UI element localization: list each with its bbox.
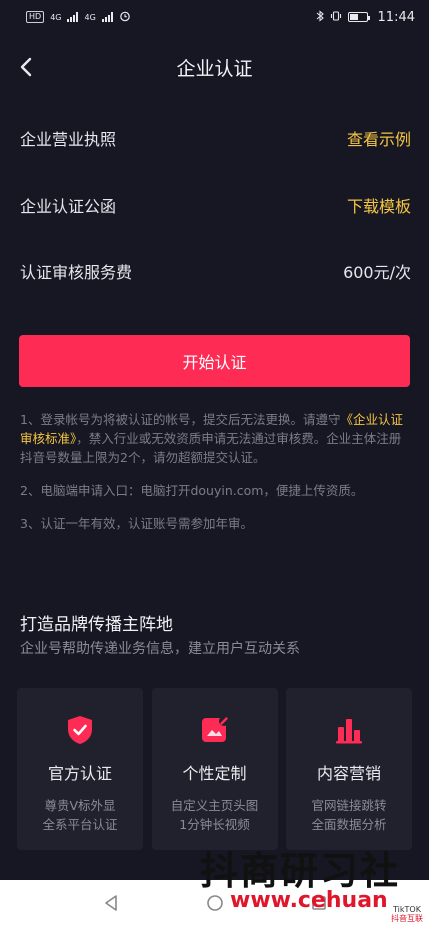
navigation-bar: 企业认证 [0, 34, 429, 100]
page-title: 企业认证 [176, 57, 253, 80]
watermark-text: 抖商研习社 [200, 849, 401, 893]
card-title: 内容营销 [316, 764, 381, 783]
main-content: 企业营业执照 查看示例 企业认证公函 下载模板 认证审核服务费 600元/次 开… [0, 100, 429, 880]
row-service-fee: 认证审核服务费 600元/次 [20, 257, 411, 285]
notes: 1、登录帐号为将被认证的帐号，提交后无法更换。请遵守《企业认证审核标准》，禁入行… [20, 410, 412, 547]
system-home-button[interactable] [206, 894, 224, 916]
row-business-license: 企业营业执照 查看示例 [20, 124, 411, 152]
card-desc-line1: 尊贵V标外显 [44, 798, 116, 813]
status-right: 11:44 [316, 10, 415, 25]
service-fee-value: 600元/次 [343, 263, 411, 282]
section-subtitle: 企业号帮助传递业务信息，建立用户互动关系 [20, 641, 300, 657]
alarm-icon [119, 10, 131, 25]
badge-line2: 抖音互联 [391, 914, 423, 923]
row-label: 企业认证公函 [20, 197, 117, 216]
status-left: HD 4G 4G [26, 10, 131, 25]
card-desc-line2: 全系平台认证 [42, 817, 118, 832]
row-certification-letter: 企业认证公函 下载模板 [20, 191, 411, 219]
signal-icon [67, 12, 79, 22]
status-time: 11:44 [377, 9, 415, 25]
card-desc-line1: 官网链接跳转 [311, 798, 387, 813]
card-title: 个性定制 [182, 764, 247, 783]
download-template-link[interactable]: 下载模板 [347, 193, 411, 217]
bar-chart-icon [336, 719, 362, 744]
row-label: 企业营业执照 [20, 130, 117, 149]
sim-2-label: 4G [84, 12, 96, 22]
chevron-left-icon [20, 57, 32, 77]
shield-check-icon [68, 716, 92, 744]
note-1: 1、登录帐号为将被认证的帐号，提交后无法更换。请遵守《企业认证审核标准》，禁入行… [20, 410, 412, 467]
note-1-text-cont: ，禁入行业或无效资质申请无法通过审核费。企业主体注册抖音号数量上限为2个，请勿超… [20, 431, 402, 465]
view-example-link[interactable]: 查看示例 [347, 126, 411, 150]
card-desc-line2: 全面数据分析 [311, 817, 387, 832]
row-label: 认证审核服务费 [20, 263, 133, 282]
feature-card-marketing: 内容营销 官网链接跳转 全面数据分析 [286, 688, 412, 850]
signal-icon-2 [101, 12, 113, 22]
battery-icon [347, 12, 370, 22]
feature-card-official: 官方认证 尊贵V标外显 全系平台认证 [17, 688, 143, 850]
note-3: 3、认证一年有效，认证账号需参加年审。 [20, 516, 253, 531]
hd-indicator: HD [26, 11, 45, 23]
start-certification-button[interactable]: 开始认证 [19, 335, 410, 387]
watermark-url: www.cehuan [230, 888, 388, 913]
sim-1-label: 4G [50, 12, 62, 22]
bluetooth-icon [316, 9, 324, 25]
feature-cards: 官方认证 尊贵V标外显 全系平台认证 个性定制 自定义主页头图 1分钟长视频 内… [17, 688, 412, 850]
system-back-button[interactable] [102, 894, 120, 916]
badge-line1: TikTOK [393, 905, 421, 914]
back-button[interactable] [14, 55, 38, 79]
vibrate-icon [330, 10, 342, 25]
card-desc-line2: 1分钟长视频 [179, 817, 250, 832]
customize-icon [201, 716, 229, 742]
section-title: 打造品牌传播主阵地 [20, 615, 173, 635]
note-2: 2、电脑端申请入口：电脑打开douyin.com，便捷上传资质。 [20, 483, 364, 498]
feature-card-custom: 个性定制 自定义主页头图 1分钟长视频 [151, 688, 278, 850]
status-bar: HD 4G 4G 11:44 [0, 0, 429, 34]
card-title: 官方认证 [47, 764, 112, 783]
card-desc-line1: 自定义主页头图 [170, 798, 259, 813]
tiktok-badge: TikTOK 抖音互联 [391, 905, 423, 923]
note-1-text: 1、登录帐号为将被认证的帐号，提交后无法更换。请遵守 [20, 412, 341, 427]
